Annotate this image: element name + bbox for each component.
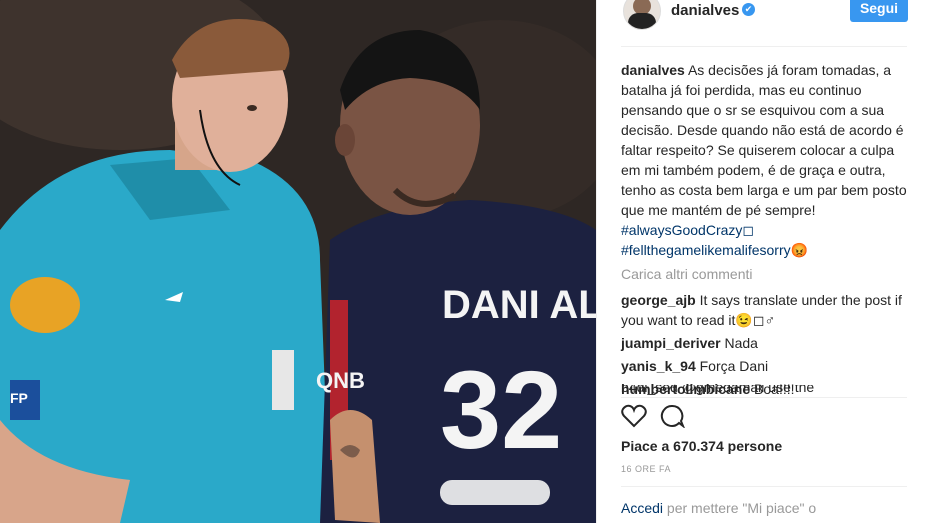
follow-button[interactable]: Segui <box>850 0 908 22</box>
jersey-name: DANI ALVES <box>442 283 596 327</box>
header-username[interactable]: danialves <box>671 2 739 19</box>
post-image[interactable]: DANI ALVES 32 QNB FP <box>0 0 596 523</box>
header-divider <box>621 46 907 47</box>
sponsor-logo-text: QNB <box>316 368 365 393</box>
caption: danialves As decisões já foram tomadas, … <box>621 60 911 260</box>
photo-illustration: DANI ALVES 32 QNB FP <box>0 0 596 523</box>
comment-text: Nada <box>724 335 758 351</box>
hashtag-link[interactable]: #fellthegamelikemalifesorry😡 <box>621 240 911 260</box>
caption-text: As decisões já foram tomadas, a batalha … <box>621 62 907 218</box>
comment-item: yanis_k_94 Força Dani <box>621 356 911 376</box>
post-header: danialves ✔ Segui <box>597 0 930 46</box>
likes-count[interactable]: Piace a 670.374 persone <box>621 438 782 454</box>
badge-text: FP <box>10 390 28 406</box>
comments-list: danialves As decisões já foram tomadas, … <box>621 60 911 402</box>
avatar[interactable] <box>623 0 661 30</box>
login-prompt: Accedi per mettere "Mi piace" o <box>621 500 816 516</box>
comment-username[interactable]: george_ajb <box>621 292 696 308</box>
avatar-body <box>628 13 656 29</box>
comment-text: Força Dani <box>699 358 769 374</box>
partial-comment-text: b4di_sed @gmedamail use the <box>621 385 815 395</box>
verified-icon: ✔ <box>742 3 755 16</box>
post-side-panel: danialves ✔ Segui danialves As decisões … <box>596 0 930 523</box>
footer-divider <box>621 486 907 487</box>
comments-divider <box>621 397 907 398</box>
comment-item: juampi_deriver Nada <box>621 333 911 353</box>
hashtag-link[interactable]: #alwaysGoodCrazy◻ <box>621 220 911 240</box>
load-more-comments[interactable]: Carica altri commenti <box>621 264 911 284</box>
post-time: 16 ORE FA <box>621 464 672 474</box>
login-link[interactable]: Accedi <box>621 500 663 516</box>
heart-icon[interactable] <box>621 404 647 428</box>
caption-username[interactable]: danialves <box>621 62 685 78</box>
comment-username[interactable]: yanis_k_94 <box>621 358 696 374</box>
login-text: per mettere "Mi piace" o <box>663 500 817 516</box>
comment-icon[interactable] <box>659 404 685 428</box>
comment-username[interactable]: juampi_deriver <box>621 335 721 351</box>
partial-comment: b4di_sed @gmedamail use the <box>621 385 911 397</box>
jersey-number: 32 <box>440 349 562 472</box>
comment-item: george_ajb It says translate under the p… <box>621 290 911 330</box>
